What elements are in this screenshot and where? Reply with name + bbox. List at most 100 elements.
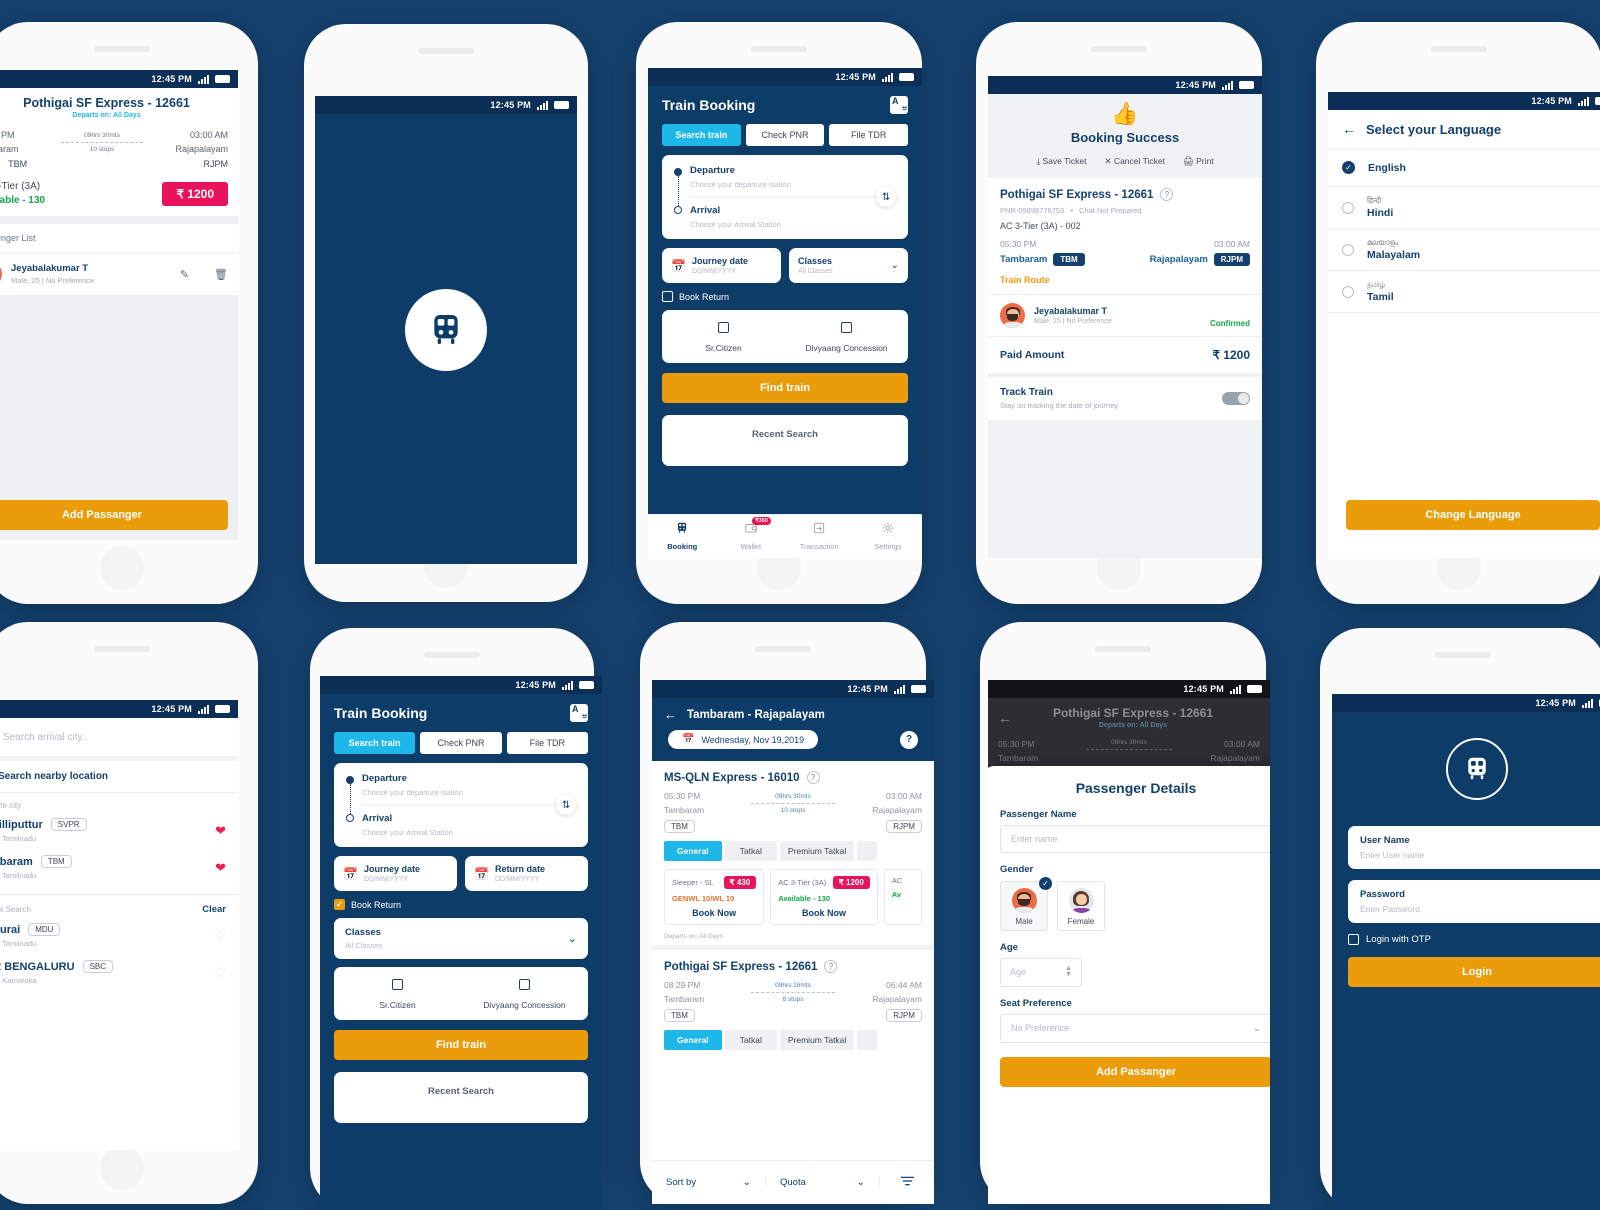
trash-icon[interactable]: 🗑	[214, 268, 228, 281]
date-chip[interactable]: 📅 Wednesday, Nov 19,2019	[668, 730, 819, 749]
arrival-input[interactable]: Choose your Arrival Station	[362, 828, 576, 837]
age-stepper[interactable]: Age ▲ ▼	[1000, 958, 1082, 987]
arrival-input[interactable]: Choose your Arrival Station	[690, 220, 896, 229]
radio-icon[interactable]	[1342, 285, 1354, 298]
question-icon[interactable]: ?	[806, 771, 820, 784]
journey-date-field[interactable]: 📅 Journey date DD/MM/YYYY	[334, 856, 457, 891]
tab-file-tdr[interactable]: File TDR	[829, 124, 909, 146]
password-field[interactable]: Password Enter Password	[1348, 880, 1600, 923]
sort-by-dropdown[interactable]: Sort by ⌄	[652, 1177, 766, 1188]
heart-filled-icon[interactable]: ❤	[215, 860, 226, 876]
filter-button[interactable]	[880, 1174, 934, 1192]
divyaang-checkbox[interactable]	[519, 979, 530, 990]
sr-citizen-checkbox[interactable]	[718, 322, 729, 333]
print-action[interactable]: 🖨 Print	[1183, 156, 1214, 167]
quota-tab-premium-tatkal[interactable]: Premium Tatkal	[779, 841, 855, 861]
divyaang-option[interactable]: Divyaang Concession	[461, 977, 588, 1010]
cancel-ticket-action[interactable]: ✕ Cancel Ticket	[1104, 156, 1165, 167]
seat-preference-select[interactable]: No Preference ⌄	[1000, 1013, 1270, 1043]
radio-selected-icon[interactable]: ✓	[1342, 161, 1355, 174]
tab-search-train[interactable]: Search train	[334, 732, 416, 754]
change-language-button[interactable]: Change Language	[1346, 500, 1600, 530]
nav-settings[interactable]: Settings	[854, 515, 923, 558]
question-icon[interactable]: ?	[1160, 188, 1174, 201]
train-route-link[interactable]: Train Route	[1000, 275, 1250, 285]
back-arrow-icon[interactable]: ←	[664, 707, 677, 722]
radio-icon[interactable]	[1342, 243, 1354, 256]
favorite-city-row[interactable]: Tambaram TBM State - Tamilnadu ❤	[0, 849, 238, 886]
language-translate-icon[interactable]: A ಅ	[890, 96, 908, 114]
language-option-english[interactable]: ✓ English	[1328, 149, 1600, 186]
sr-citizen-option[interactable]: Sr.Citizen	[662, 320, 785, 353]
quota-tab-tatkal[interactable]: Tatkal	[724, 841, 777, 861]
question-icon[interactable]: ?	[900, 730, 918, 749]
heart-outline-icon[interactable]: ♡	[214, 965, 226, 981]
tab-check-pnr[interactable]: Check PNR	[420, 732, 502, 754]
stepper-arrows-icon[interactable]: ▲ ▼	[1065, 965, 1072, 979]
book-return-checkbox[interactable]: ✓	[334, 899, 345, 910]
favorite-city-row[interactable]: Srivilliputtur SVPR State - Tamilnadu ❤	[0, 812, 238, 849]
quota-tab-premium-tatkal[interactable]: Premium Tatkal	[779, 1030, 855, 1050]
passenger-row[interactable]: Jeyabalakumar T Male, 25 | No Preference…	[0, 253, 238, 295]
search-nearby-location[interactable]: Search nearby location	[0, 761, 238, 792]
language-option-hindi[interactable]: हिन्दी Hindi	[1328, 187, 1600, 228]
journey-date-field[interactable]: 📅 Journey date DD/MM/YYYY	[662, 248, 781, 283]
passenger-name-input[interactable]: Enter name	[1000, 825, 1270, 853]
class-card[interactable]: Sleeper - SL ₹ 430 GENWL 10/WL 10 Book N…	[664, 869, 765, 925]
book-return-checkbox[interactable]	[662, 291, 673, 302]
classes-field[interactable]: Classes All Classes ⌄	[789, 248, 908, 283]
username-input[interactable]: Enter User name	[1360, 850, 1594, 860]
quota-tab-general[interactable]: General	[664, 1030, 722, 1050]
quota-dropdown[interactable]: Quota ⌄	[766, 1177, 880, 1188]
language-option-tamil[interactable]: தமிழ் Tamil	[1328, 271, 1600, 312]
track-train-toggle[interactable]	[1222, 392, 1250, 405]
sr-citizen-checkbox[interactable]	[392, 979, 403, 990]
back-arrow-icon[interactable]: ←	[998, 710, 1012, 726]
tab-search-train[interactable]: Search train	[662, 124, 741, 146]
swap-vertical-icon[interactable]: ⇅	[556, 795, 576, 815]
quota-tab-tatkal[interactable]: Tatkal	[724, 1030, 777, 1050]
classes-field[interactable]: Classes All Classes ⌄	[334, 918, 588, 959]
book-now-button[interactable]: Book Now	[778, 908, 870, 918]
find-train-button[interactable]: Find train	[334, 1030, 588, 1060]
tab-file-tdr[interactable]: File TDR	[506, 732, 588, 754]
search-input[interactable]: Search arrival city..	[3, 732, 87, 743]
class-card[interactable]: AC Av	[883, 869, 922, 925]
username-field[interactable]: User Name Enter User name	[1348, 826, 1600, 869]
find-train-button[interactable]: Find train	[662, 373, 908, 403]
add-passenger-button[interactable]: Add Passanger	[0, 500, 228, 530]
language-translate-icon[interactable]: A ಅ	[570, 704, 588, 722]
add-passenger-button[interactable]: Add Passanger	[1000, 1056, 1270, 1087]
nav-transaction[interactable]: Transaction	[785, 515, 854, 558]
sr-citizen-option[interactable]: Sr.Citizen	[334, 977, 461, 1010]
nav-booking[interactable]: Booking	[648, 515, 717, 558]
recent-city-row[interactable]: KSR BENGALURU SBC State - Karnataka ♡	[0, 954, 238, 991]
departure-input[interactable]: Choose your departure station	[362, 788, 576, 797]
divyaang-option[interactable]: Divyaang Concession	[785, 320, 908, 353]
age-input[interactable]: Age	[1010, 967, 1026, 977]
gender-option-female[interactable]: Female	[1057, 881, 1105, 931]
radio-icon[interactable]	[1342, 201, 1354, 214]
language-option-malayalam[interactable]: മലയാളം Malayalam	[1328, 229, 1600, 270]
pencil-icon[interactable]: ✎	[180, 268, 189, 281]
recent-city-row[interactable]: Madurai MDU State - Tamilnadu ♡	[0, 917, 238, 954]
swap-vertical-icon[interactable]: ⇅	[876, 187, 896, 207]
save-ticket-action[interactable]: ⤓ Save Ticket	[1036, 156, 1086, 167]
return-date-field[interactable]: 📅 Return date DD/MM/YYYY	[465, 856, 588, 891]
back-arrow-icon[interactable]: ←	[1342, 121, 1356, 137]
question-icon[interactable]: ?	[824, 960, 838, 973]
heart-outline-icon[interactable]: ♡	[214, 928, 226, 944]
class-card[interactable]: AC 3-Tier (3A) ₹ 1200 Available - 130 Bo…	[770, 869, 878, 925]
nav-wallet[interactable]: ₹350 Wallet	[717, 515, 786, 558]
heart-filled-icon[interactable]: ❤	[215, 823, 226, 839]
clear-button[interactable]: Clear	[202, 904, 226, 915]
login-with-otp-checkbox[interactable]	[1348, 934, 1359, 945]
divyaang-checkbox[interactable]	[841, 322, 852, 333]
departure-input[interactable]: Choose your departure station	[690, 180, 896, 189]
password-input[interactable]: Enter Password	[1360, 904, 1594, 914]
quota-tab-general[interactable]: General	[664, 841, 722, 861]
gender-option-male[interactable]: Male ✓	[1000, 877, 1052, 931]
tab-check-pnr[interactable]: Check PNR	[745, 124, 825, 146]
book-now-button[interactable]: Book Now	[672, 908, 756, 918]
login-button[interactable]: Login	[1348, 957, 1600, 987]
